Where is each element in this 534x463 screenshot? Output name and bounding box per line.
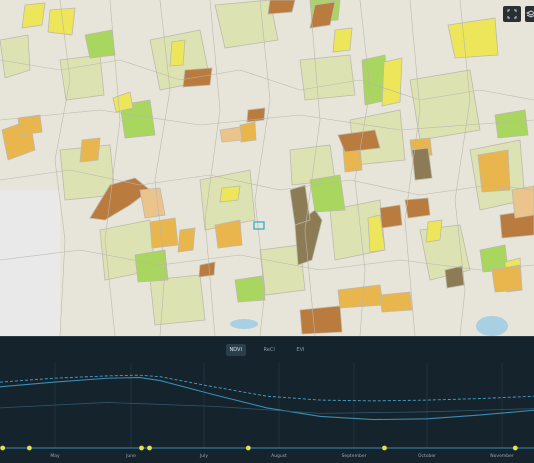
observation-dot[interactable] bbox=[26, 445, 32, 451]
tab-reci[interactable]: ReCI bbox=[260, 344, 279, 356]
observation-dot[interactable] bbox=[139, 445, 144, 451]
fullscreen-icon bbox=[507, 9, 517, 19]
index-panel: NDVI ReCI EVI May June July August September… bbox=[0, 336, 534, 462]
month-label-august: August bbox=[271, 453, 287, 459]
month-label-november: November bbox=[490, 453, 514, 459]
town-area bbox=[0, 190, 60, 336]
month-label-june: June bbox=[125, 453, 136, 459]
tab-evi[interactable]: EVI bbox=[292, 344, 308, 356]
chart-series bbox=[0, 374, 534, 421]
observation-dot[interactable] bbox=[0, 445, 6, 451]
observation-dot[interactable] bbox=[512, 445, 518, 451]
fullscreen-button[interactable] bbox=[503, 6, 521, 22]
index-tabs: NDVI ReCI EVI bbox=[0, 344, 534, 358]
index-chart[interactable]: May June July August September October Novembe… bbox=[0, 359, 534, 463]
observation-dot[interactable] bbox=[147, 445, 152, 451]
month-labels: May June July August September October Novembe… bbox=[50, 453, 514, 459]
month-label-july: July bbox=[199, 453, 208, 459]
field-map[interactable] bbox=[0, 0, 534, 336]
layers-icon bbox=[526, 10, 534, 18]
tab-ndvi[interactable]: NDVI bbox=[225, 344, 246, 356]
observation-dot[interactable] bbox=[382, 445, 387, 451]
map-canvas[interactable] bbox=[0, 0, 534, 336]
layers-button[interactable] bbox=[525, 6, 534, 22]
month-label-october: October bbox=[418, 453, 436, 459]
series-line-2 bbox=[0, 376, 534, 421]
month-label-september: September bbox=[342, 453, 367, 459]
series-line-1 bbox=[0, 374, 534, 402]
observation-dot[interactable] bbox=[245, 445, 251, 451]
month-label-may: May bbox=[50, 453, 60, 459]
